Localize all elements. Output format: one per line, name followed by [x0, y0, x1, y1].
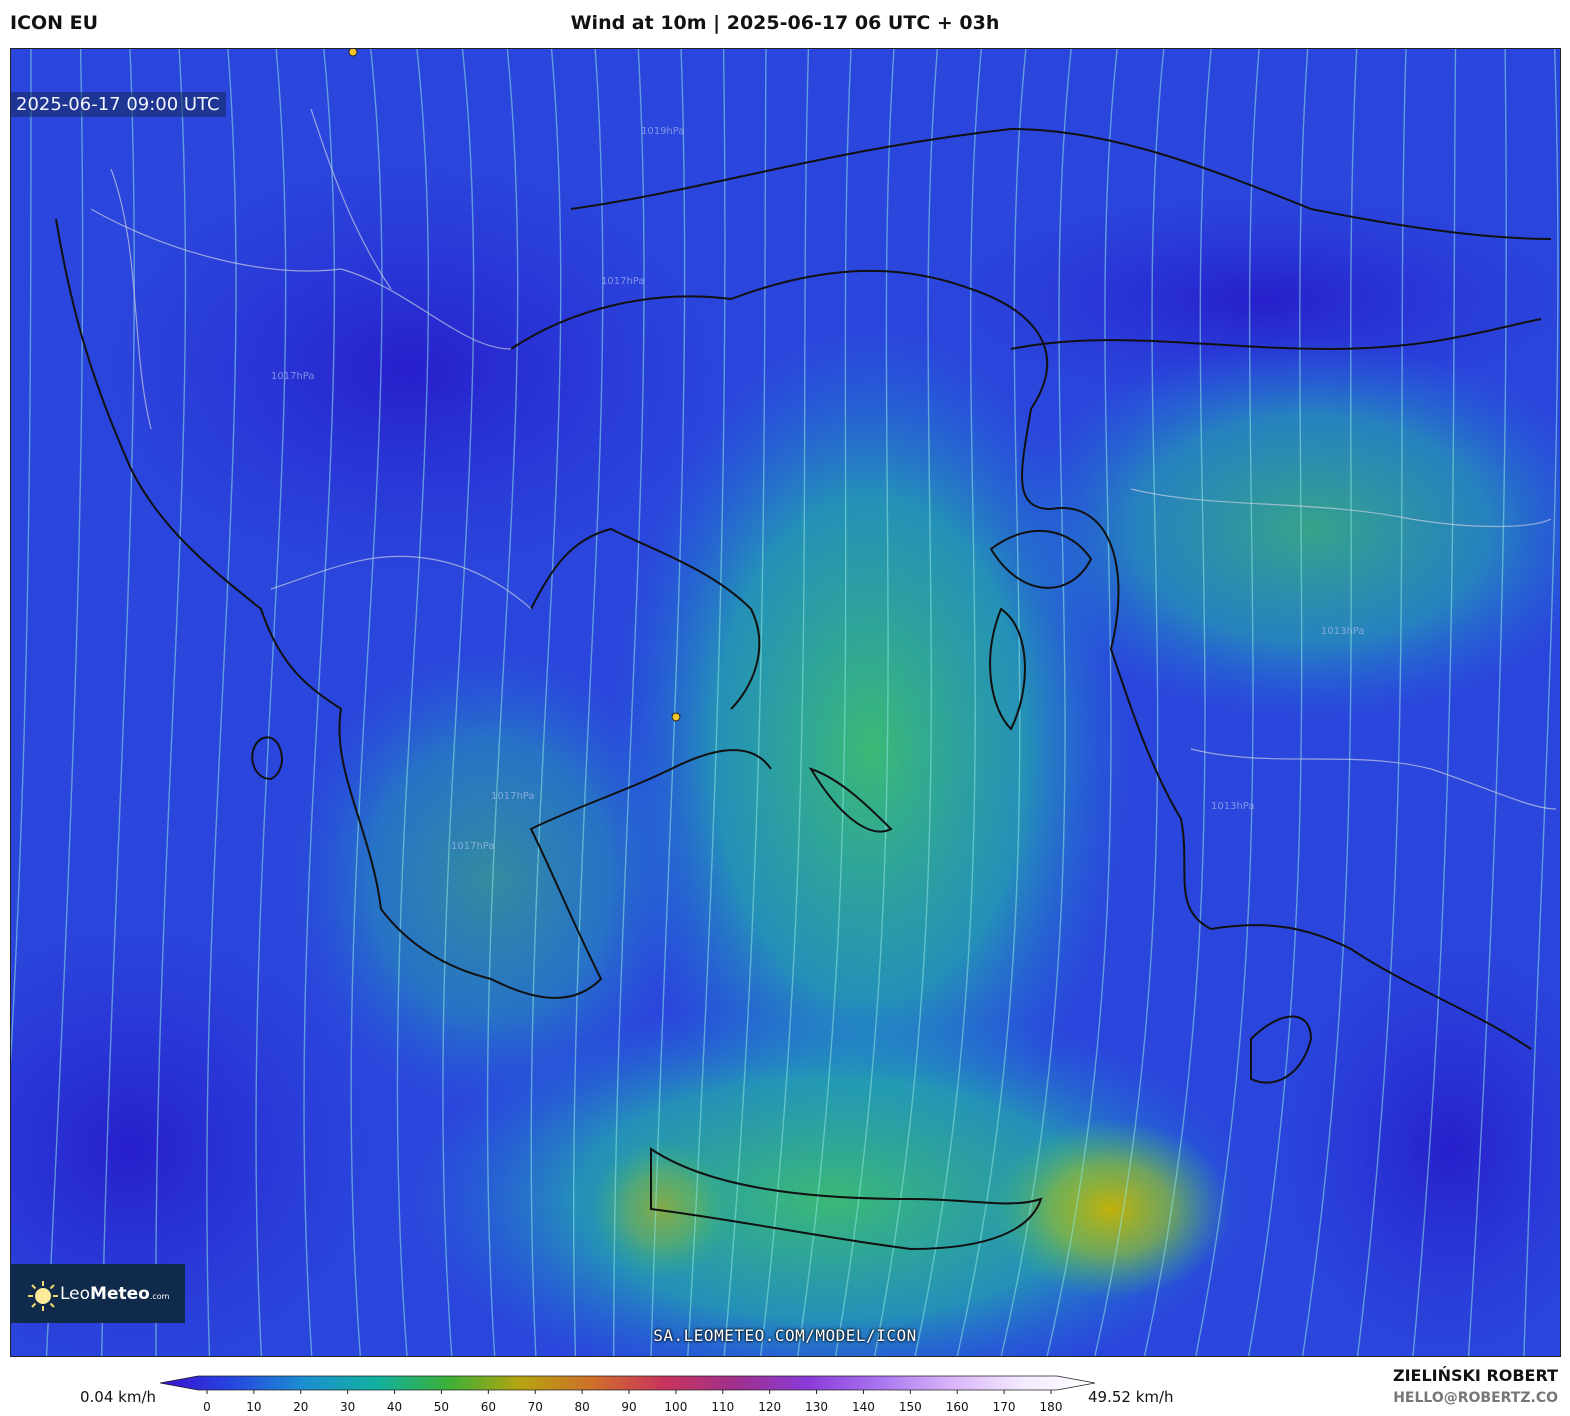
- colorbar-tick-label: 90: [621, 1400, 636, 1414]
- wind-map[interactable]: 1019hPa 1017hPa 1017hPa 1013hPa 1013hPa 1017h…: [10, 48, 1561, 1357]
- colorbar-tick-label: 30: [340, 1400, 355, 1414]
- colorbar-tick-label: 170: [993, 1400, 1016, 1414]
- colorbar-tick-label: 110: [711, 1400, 734, 1414]
- colorbar-tick-label: 50: [434, 1400, 449, 1414]
- colorbar-tick-label: 100: [664, 1400, 687, 1414]
- colorbar-tick-label: 80: [574, 1400, 589, 1414]
- colorbar-tick-label: 130: [805, 1400, 828, 1414]
- colorbar-tick-label: 120: [758, 1400, 781, 1414]
- leometeo-logo[interactable]: LeoMeteo.com: [10, 1264, 185, 1323]
- pressure-label: 1013hPa: [1321, 626, 1365, 637]
- sun-icon: [28, 1280, 58, 1311]
- colorbar-tick-label: 20: [293, 1400, 308, 1414]
- map-title: Wind at 10m | 2025-06-17 06 UTC + 03h: [570, 12, 1000, 34]
- pressure-label: 1017hPa: [491, 791, 535, 802]
- wind-max-west-crete: [591, 1139, 731, 1279]
- pressure-label: 1017hPa: [271, 371, 315, 382]
- colorbar-max-label: 49.52 km/h: [1088, 1388, 1174, 1406]
- colorbar-tick-label: 10: [246, 1400, 261, 1414]
- city-marker: [348, 49, 358, 57]
- colorbar-tick-label: 140: [852, 1400, 875, 1414]
- valid-time-badge: 2025-06-17 09:00 UTC: [10, 92, 226, 117]
- colorbar-tick-label: 180: [1040, 1400, 1063, 1414]
- author-email[interactable]: HELLO@ROBERTZ.CO: [1393, 1390, 1558, 1406]
- colorbar-tick-label: 150: [899, 1400, 922, 1414]
- colorbar-bar: [160, 1375, 1095, 1391]
- colorbar-tick-label: 0: [203, 1400, 211, 1414]
- colorbar-tick-label: 70: [528, 1400, 543, 1414]
- source-url[interactable]: SA.LEOMETEO.COM/MODEL/ICON: [0, 1326, 1570, 1345]
- colorbar-min-label: 0.04 km/h: [80, 1388, 157, 1406]
- pressure-label: 1017hPa: [601, 276, 645, 287]
- athens-marker: [671, 712, 681, 722]
- colorbar-tick-label: 40: [387, 1400, 402, 1414]
- wind-max-east-crete: [991, 1119, 1231, 1299]
- colorbar-tick-label: 60: [481, 1400, 496, 1414]
- pressure-label: 1019hPa: [641, 126, 685, 137]
- author-name: ZIELIŃSKI ROBERT: [1392, 1366, 1558, 1385]
- colorbar-tick-label: 160: [946, 1400, 969, 1414]
- logo-wordmark: LeoMeteo.com: [60, 1283, 170, 1304]
- pressure-label: 1017hPa: [451, 841, 495, 852]
- pressure-label: 1013hPa: [1211, 801, 1255, 812]
- wind-speed-colorbar: 0 10 20 30 40 50 60 70 80 90 100 110 120 130 140 150 160…: [160, 1375, 1095, 1414]
